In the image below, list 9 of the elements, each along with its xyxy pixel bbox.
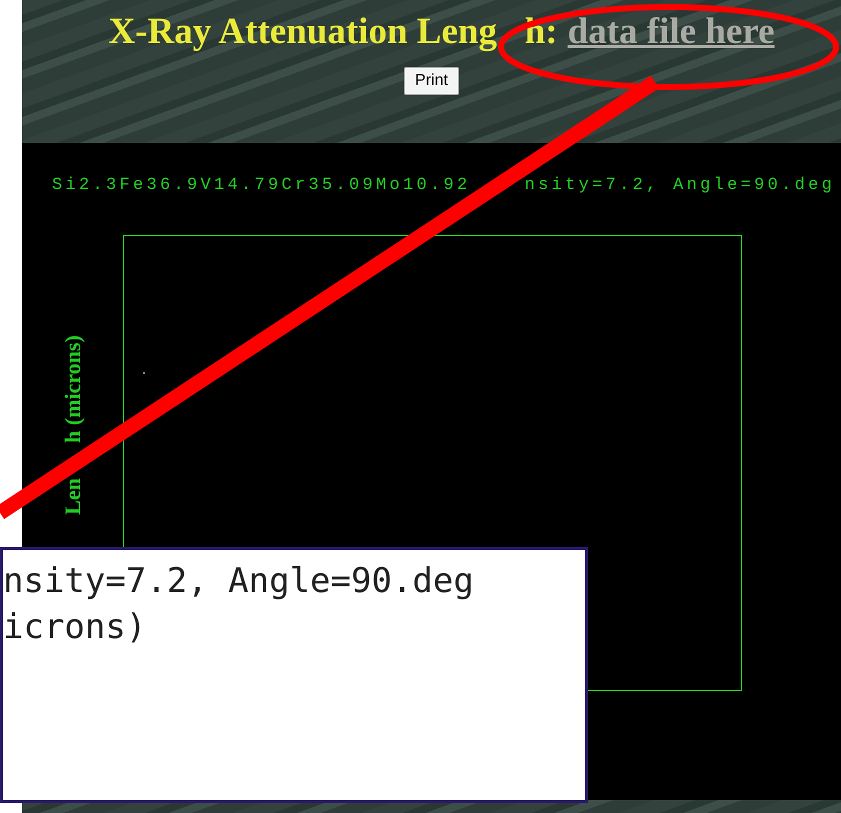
data-file-link[interactable]: data file here: [568, 10, 775, 53]
plot-heading: Si2.3Fe36.9V14.79Cr35.09Mo10.92: [52, 176, 471, 195]
y-axis-label: Len: [60, 478, 86, 515]
window-text-line: nsity=7.2, Angle=90.deg: [3, 561, 474, 601]
y-axis-label: h (microns): [60, 335, 86, 443]
title-text: X-Ray Attenuation Leng: [108, 10, 497, 53]
plot-heading: nsity=7.2, Angle=90.deg: [524, 176, 836, 195]
window-text-line: icrons): [3, 607, 146, 647]
print-button[interactable]: Print: [404, 67, 459, 95]
